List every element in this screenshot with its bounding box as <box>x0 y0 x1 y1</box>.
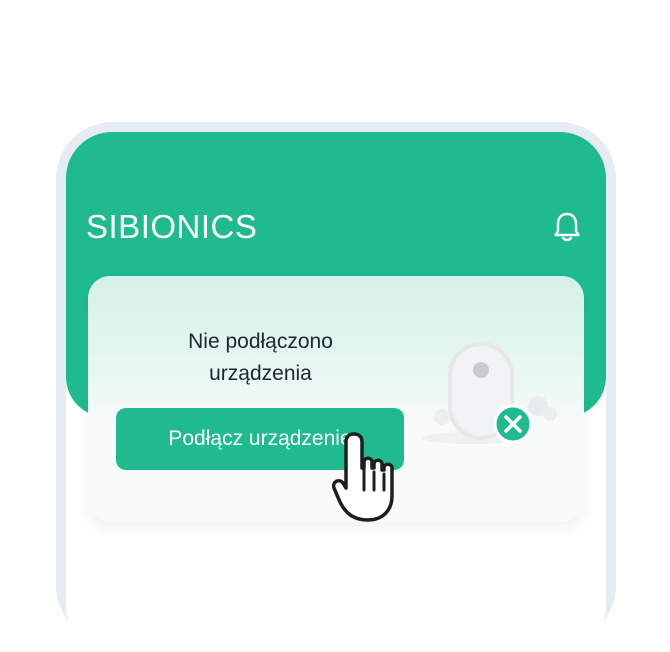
sensor-device-icon <box>422 342 557 444</box>
bell-icon <box>554 212 580 242</box>
app-logo: SIBIONICS <box>86 208 258 245</box>
notifications-button[interactable] <box>550 210 584 244</box>
app-screen: SIBIONICS Nie podłączono urządzenia Podł… <box>66 132 606 652</box>
device-status-message: Nie podłączono urządzenia <box>188 330 333 385</box>
x-badge-icon <box>493 404 533 444</box>
hand-pointer-icon <box>331 432 394 522</box>
